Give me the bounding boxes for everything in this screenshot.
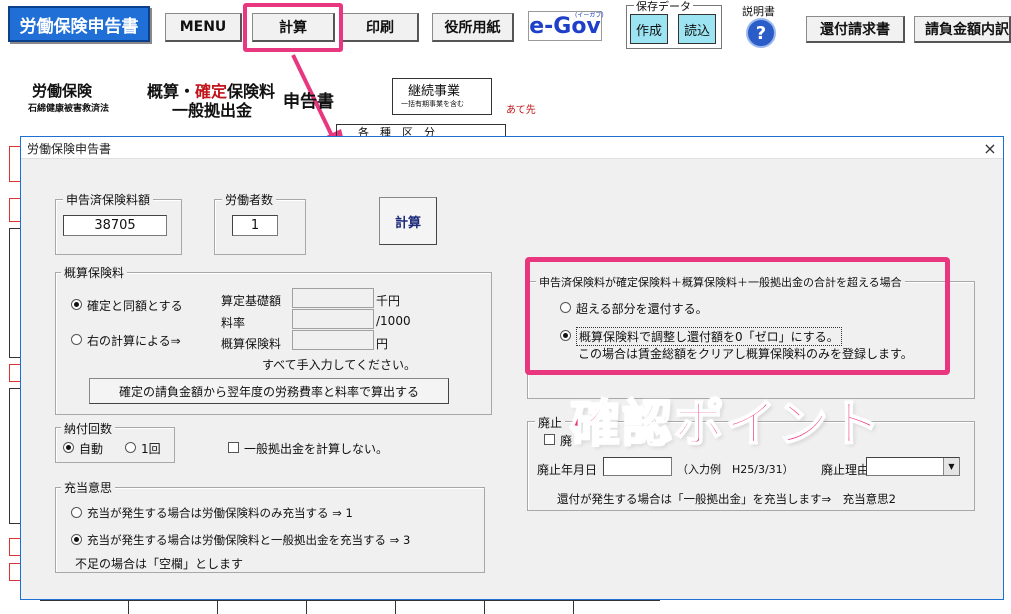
radio-payment-once-label: 1回 [141, 442, 161, 456]
declared-premium-input[interactable]: 38705 [63, 215, 167, 236]
business-type: 継続事業 [408, 84, 461, 99]
radio-payment-once[interactable] [125, 442, 136, 453]
abolition-reason-select[interactable]: ▼ [866, 457, 960, 476]
rate-label: 料率 [221, 316, 246, 330]
base-amount-input[interactable] [292, 288, 374, 308]
radio-payment-auto[interactable] [63, 442, 74, 453]
base-amount-label: 算定基礎額 [221, 294, 282, 308]
dialog-calc-button[interactable]: 計算 [379, 197, 437, 245]
abolition-label: 廃止 [535, 414, 566, 431]
estimated-amount-label: 概算保険料 [221, 337, 282, 351]
form-title-left: 労働保険 [32, 82, 93, 100]
abolition-refund-note: 還付が発生する場合は「一般拠出金」を充当します⇒ 充当意思2 [557, 492, 896, 506]
abolition-checkbox[interactable] [544, 434, 555, 445]
radio-payment-auto-label: 自動 [79, 442, 104, 456]
allocation-label: 充当意思 [61, 479, 116, 496]
workers-label: 労働者数 [222, 191, 277, 208]
radio-right-calc[interactable] [71, 334, 82, 345]
abolition-date-input[interactable] [603, 457, 672, 476]
no-general-contribution-checkbox[interactable] [228, 442, 239, 453]
base-amount-unit: 千円 [376, 294, 401, 308]
abolition-date-example: （入力例 H25/3/31） [677, 463, 794, 476]
manual-input-note: すべて手入力してください。 [262, 358, 416, 372]
estimated-premium-label: 概算保険料 [61, 264, 128, 281]
form-title-right: 申告書 [283, 92, 334, 112]
form-title-mid-line2: 一般拠出金 [172, 101, 253, 120]
abolition-reason-label: 廃止理由 [821, 463, 870, 477]
radio-same-as-final-label: 確定と同額とする [87, 299, 183, 313]
addressee-label: あて先 [506, 105, 536, 116]
close-icon[interactable]: × [979, 138, 1001, 158]
radio-allocation-1-label: 充当が発生する場合は労働保険料のみ充当する ⇒ 1 [87, 506, 353, 520]
rate-input[interactable] [292, 309, 374, 329]
declared-premium-label: 申告済保険料額 [63, 191, 154, 208]
radio-allocation-3-label: 充当が発生する場合は労働保険料と一般拠出金を充当する ⇒ 3 [87, 533, 411, 547]
dialog-title: 労働保険申告書 [27, 142, 112, 156]
abolition-date-label: 廃止年月日 [537, 463, 598, 477]
allocation-note: 不足の場合は「空欄」とします [75, 557, 244, 571]
estimated-amount-input[interactable] [292, 330, 374, 350]
dialog-titlebar: 労働保険申告書 × [21, 137, 1003, 159]
chevron-down-icon: ▼ [943, 458, 959, 475]
payment-count-label: 納付回数 [61, 420, 116, 437]
radio-same-as-final[interactable] [71, 299, 82, 310]
radio-allocation-3[interactable] [71, 534, 82, 545]
calc-from-contract-button[interactable]: 確定の請負金額から翌年度の労務費率と料率で算出する [89, 378, 449, 404]
excess-highlight-frame [525, 257, 950, 375]
estimated-amount-unit: 円 [376, 337, 389, 351]
business-type-sub: 一括有期事業を含む [401, 100, 464, 108]
rate-unit: /1000 [376, 314, 411, 328]
no-general-contribution-label: 一般拠出金を計算しない。 [244, 442, 389, 456]
radio-allocation-1[interactable] [71, 507, 82, 518]
form-bottom-row [40, 600, 660, 614]
workers-input[interactable]: 1 [232, 215, 278, 236]
form-title-left-sub: 石綿健康被害救済法 [28, 104, 110, 114]
check-point-caption: 確認ポイント [569, 394, 882, 454]
radio-right-calc-label: 右の計算による⇒ [87, 334, 181, 348]
